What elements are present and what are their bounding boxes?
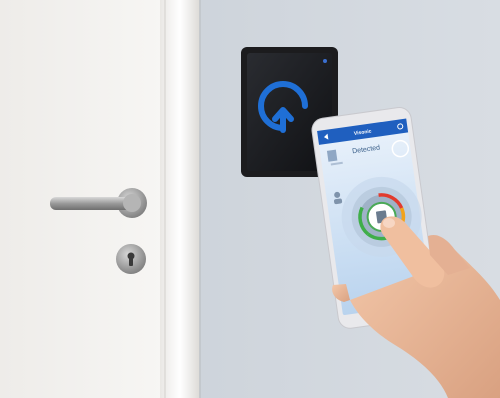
keyhole-escutcheon xyxy=(116,244,146,274)
door-frame xyxy=(160,0,200,398)
scene-illustration: Visonic Detected xyxy=(0,0,500,398)
door-access-scene: Visonic Detected xyxy=(0,0,500,398)
